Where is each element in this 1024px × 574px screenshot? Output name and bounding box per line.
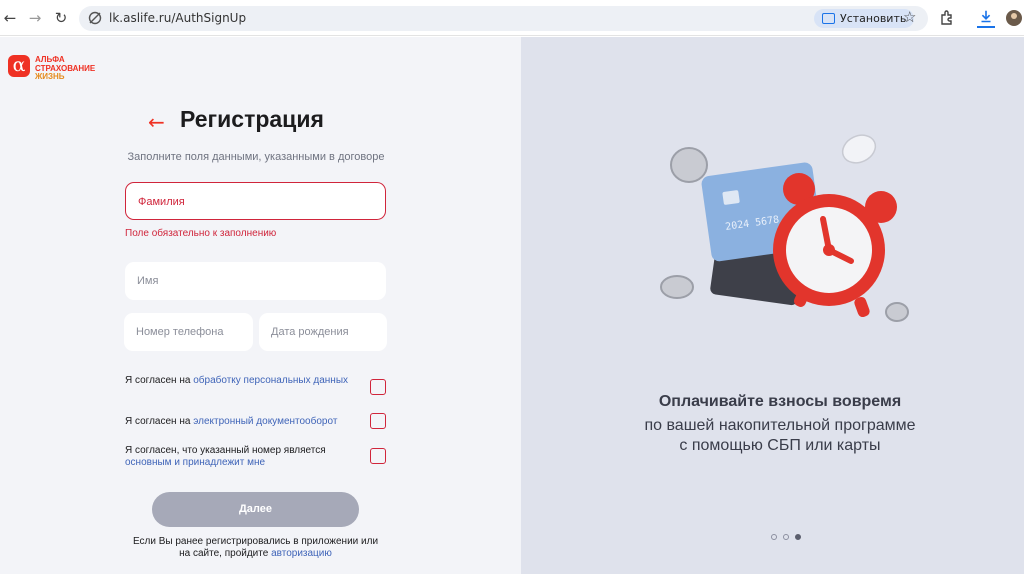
consent-personal-text: Я согласен на	[125, 375, 194, 386]
login-hint-text: Если Вы ранее регистрировались в приложе…	[132, 536, 379, 559]
carousel-dot-1[interactable]	[771, 534, 777, 540]
phone-ownership-link[interactable]: основным и принадлежит мне	[125, 457, 265, 468]
consent-edo: Я согласен на электронный документооборо…	[125, 416, 355, 428]
coin-icon	[660, 275, 694, 299]
registration-panel: α АЛЬФА СТРАХОВАНИЕ ЖИЗНЬ ← Регистрация …	[0, 37, 521, 574]
coin-icon	[670, 147, 708, 183]
forward-icon[interactable]: →	[25, 8, 45, 28]
extensions-icon[interactable]	[938, 8, 956, 28]
consent-edo-checkbox[interactable]	[370, 413, 386, 429]
downloads-icon[interactable]	[977, 8, 995, 28]
card-chip-shape	[722, 190, 740, 205]
birthdate-placeholder: Дата рождения	[271, 326, 349, 338]
login-link[interactable]: авторизацию	[271, 548, 332, 559]
consent-edo-text: Я согласен на	[125, 416, 194, 427]
promo-title: Оплачивайте взносы вовремя	[658, 393, 902, 410]
url-text[interactable]: lk.aslife.ru/AuthSignUp	[109, 11, 246, 25]
promo-line-2: с помощью СБП или карты	[679, 437, 881, 454]
logo-text: АЛЬФА СТРАХОВАНИЕ ЖИЗНЬ	[35, 55, 135, 82]
personal-data-link[interactable]: обработку персональных данных	[193, 375, 348, 386]
consent-personal-checkbox[interactable]	[370, 379, 386, 395]
coin-icon	[841, 134, 877, 164]
carousel-dot-3[interactable]	[795, 534, 801, 540]
phone-field[interactable]: Номер телефона	[124, 313, 253, 351]
coin-icon	[885, 302, 909, 322]
install-app-button[interactable]: Установить	[814, 9, 915, 28]
consent-personal-data: Я согласен на обработку персональных дан…	[125, 375, 355, 387]
login-hint: Если Вы ранее регистрировались в приложе…	[128, 536, 383, 560]
address-bar[interactable]: lk.aslife.ru/AuthSignUp Установить ☆	[79, 6, 928, 31]
surname-placeholder: Фамилия	[138, 196, 185, 208]
name-field[interactable]: Имя	[125, 262, 386, 300]
bookmark-star-icon[interactable]: ☆	[903, 8, 916, 26]
reload-icon[interactable]: ↻	[51, 8, 71, 28]
back-arrow-icon[interactable]: ←	[148, 110, 165, 134]
name-placeholder: Имя	[137, 275, 159, 287]
edo-link[interactable]: электронный документооборот	[193, 416, 337, 427]
birthdate-field[interactable]: Дата рождения	[259, 313, 387, 351]
install-label: Установить	[840, 12, 907, 25]
promo-panel: 2024 5678 9012	[521, 37, 1024, 574]
phone-placeholder: Номер телефона	[136, 326, 224, 338]
carousel-dot-2[interactable]	[783, 534, 789, 540]
consent-phone-checkbox[interactable]	[370, 448, 386, 464]
promo-line-1: по вашей накопительной программе	[644, 417, 916, 434]
page-title: Регистрация	[180, 106, 324, 132]
surname-field[interactable]: Фамилия	[125, 182, 386, 220]
consent-phone-text: Я согласен, что указанный номер является	[125, 445, 326, 456]
back-icon[interactable]: ←	[0, 8, 20, 28]
logo-alpha-icon: α	[8, 55, 30, 77]
profile-avatar-icon[interactable]	[1004, 8, 1024, 28]
consent-phone: Я согласен, что указанный номер является…	[125, 445, 355, 469]
logo-line-3: ЖИЗНЬ	[35, 72, 65, 81]
promo-illustration: 2024 5678 9012	[660, 134, 909, 322]
next-button[interactable]: Далее	[152, 492, 359, 527]
page-subtitle: Заполните поля данными, указанными в дог…	[127, 151, 385, 163]
install-icon	[822, 13, 835, 24]
surname-error-message: Поле обязательно к заполнению	[125, 228, 277, 239]
site-info-icon[interactable]	[88, 11, 102, 25]
browser-toolbar: ← → ↻ lk.aslife.ru/AuthSignUp Установить…	[0, 0, 1024, 36]
